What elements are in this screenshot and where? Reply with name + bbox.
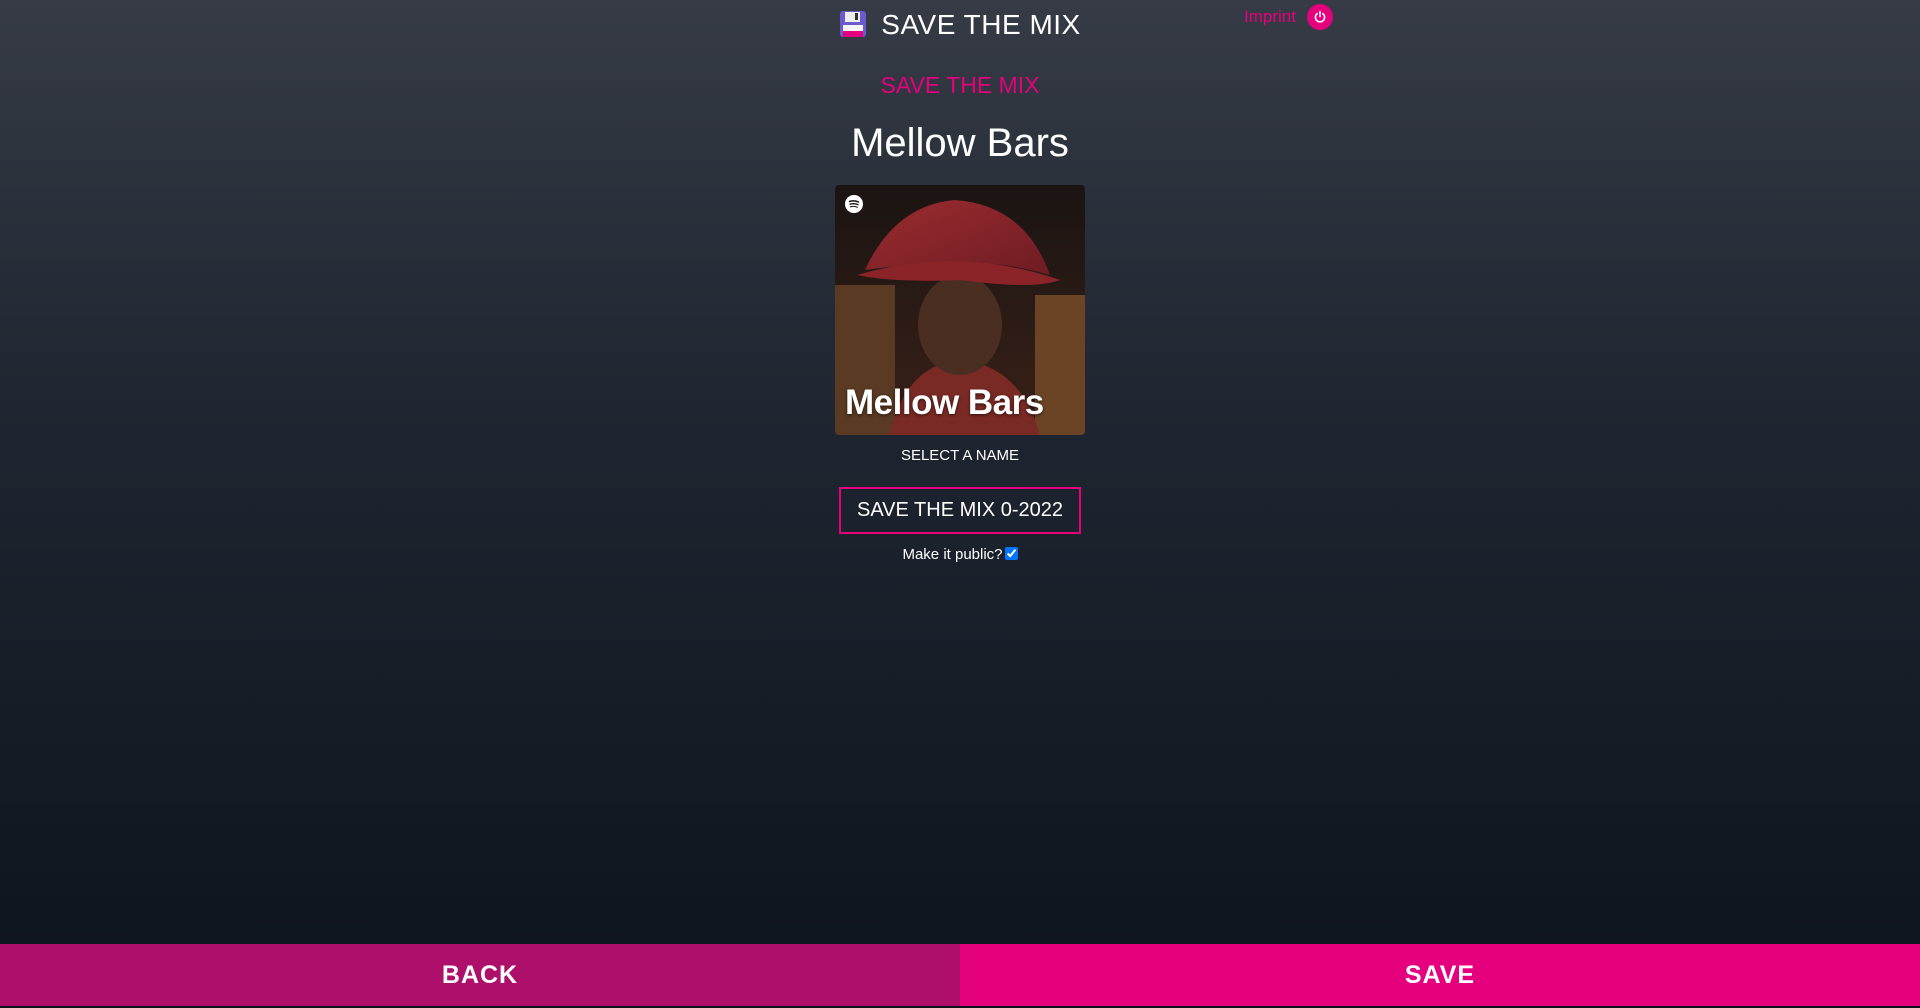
power-icon [1314, 10, 1326, 23]
save-button[interactable]: SAVE [960, 944, 1920, 1006]
select-name-label: SELECT A NAME [900, 447, 1020, 464]
back-button[interactable]: BACK [0, 944, 960, 1006]
playlist-cover-image: Mellow Bars [835, 185, 1085, 435]
page-heading: SAVE THE MIX [880, 72, 1040, 98]
make-public-row: Make it public? [0, 544, 1920, 566]
make-public-label: Make it public? [902, 546, 1003, 563]
imprint-link[interactable]: Imprint [1244, 7, 1296, 27]
cover-title: Mellow Bars [845, 383, 1044, 422]
playlist-name: Mellow Bars [851, 121, 1069, 165]
top-right-controls: Imprint [1244, 4, 1333, 30]
mix-name-input[interactable] [839, 487, 1081, 534]
power-button[interactable] [1306, 4, 1333, 30]
bottom-action-bar: BACK SAVE [0, 944, 1920, 1006]
floppy-disk-icon [839, 10, 867, 48]
spotify-icon [845, 195, 863, 213]
app-title-text: SAVE THE MIX [881, 9, 1081, 40]
make-public-checkbox[interactable] [1004, 547, 1018, 560]
app-title: SAVE THE MIX [0, 6, 1920, 48]
